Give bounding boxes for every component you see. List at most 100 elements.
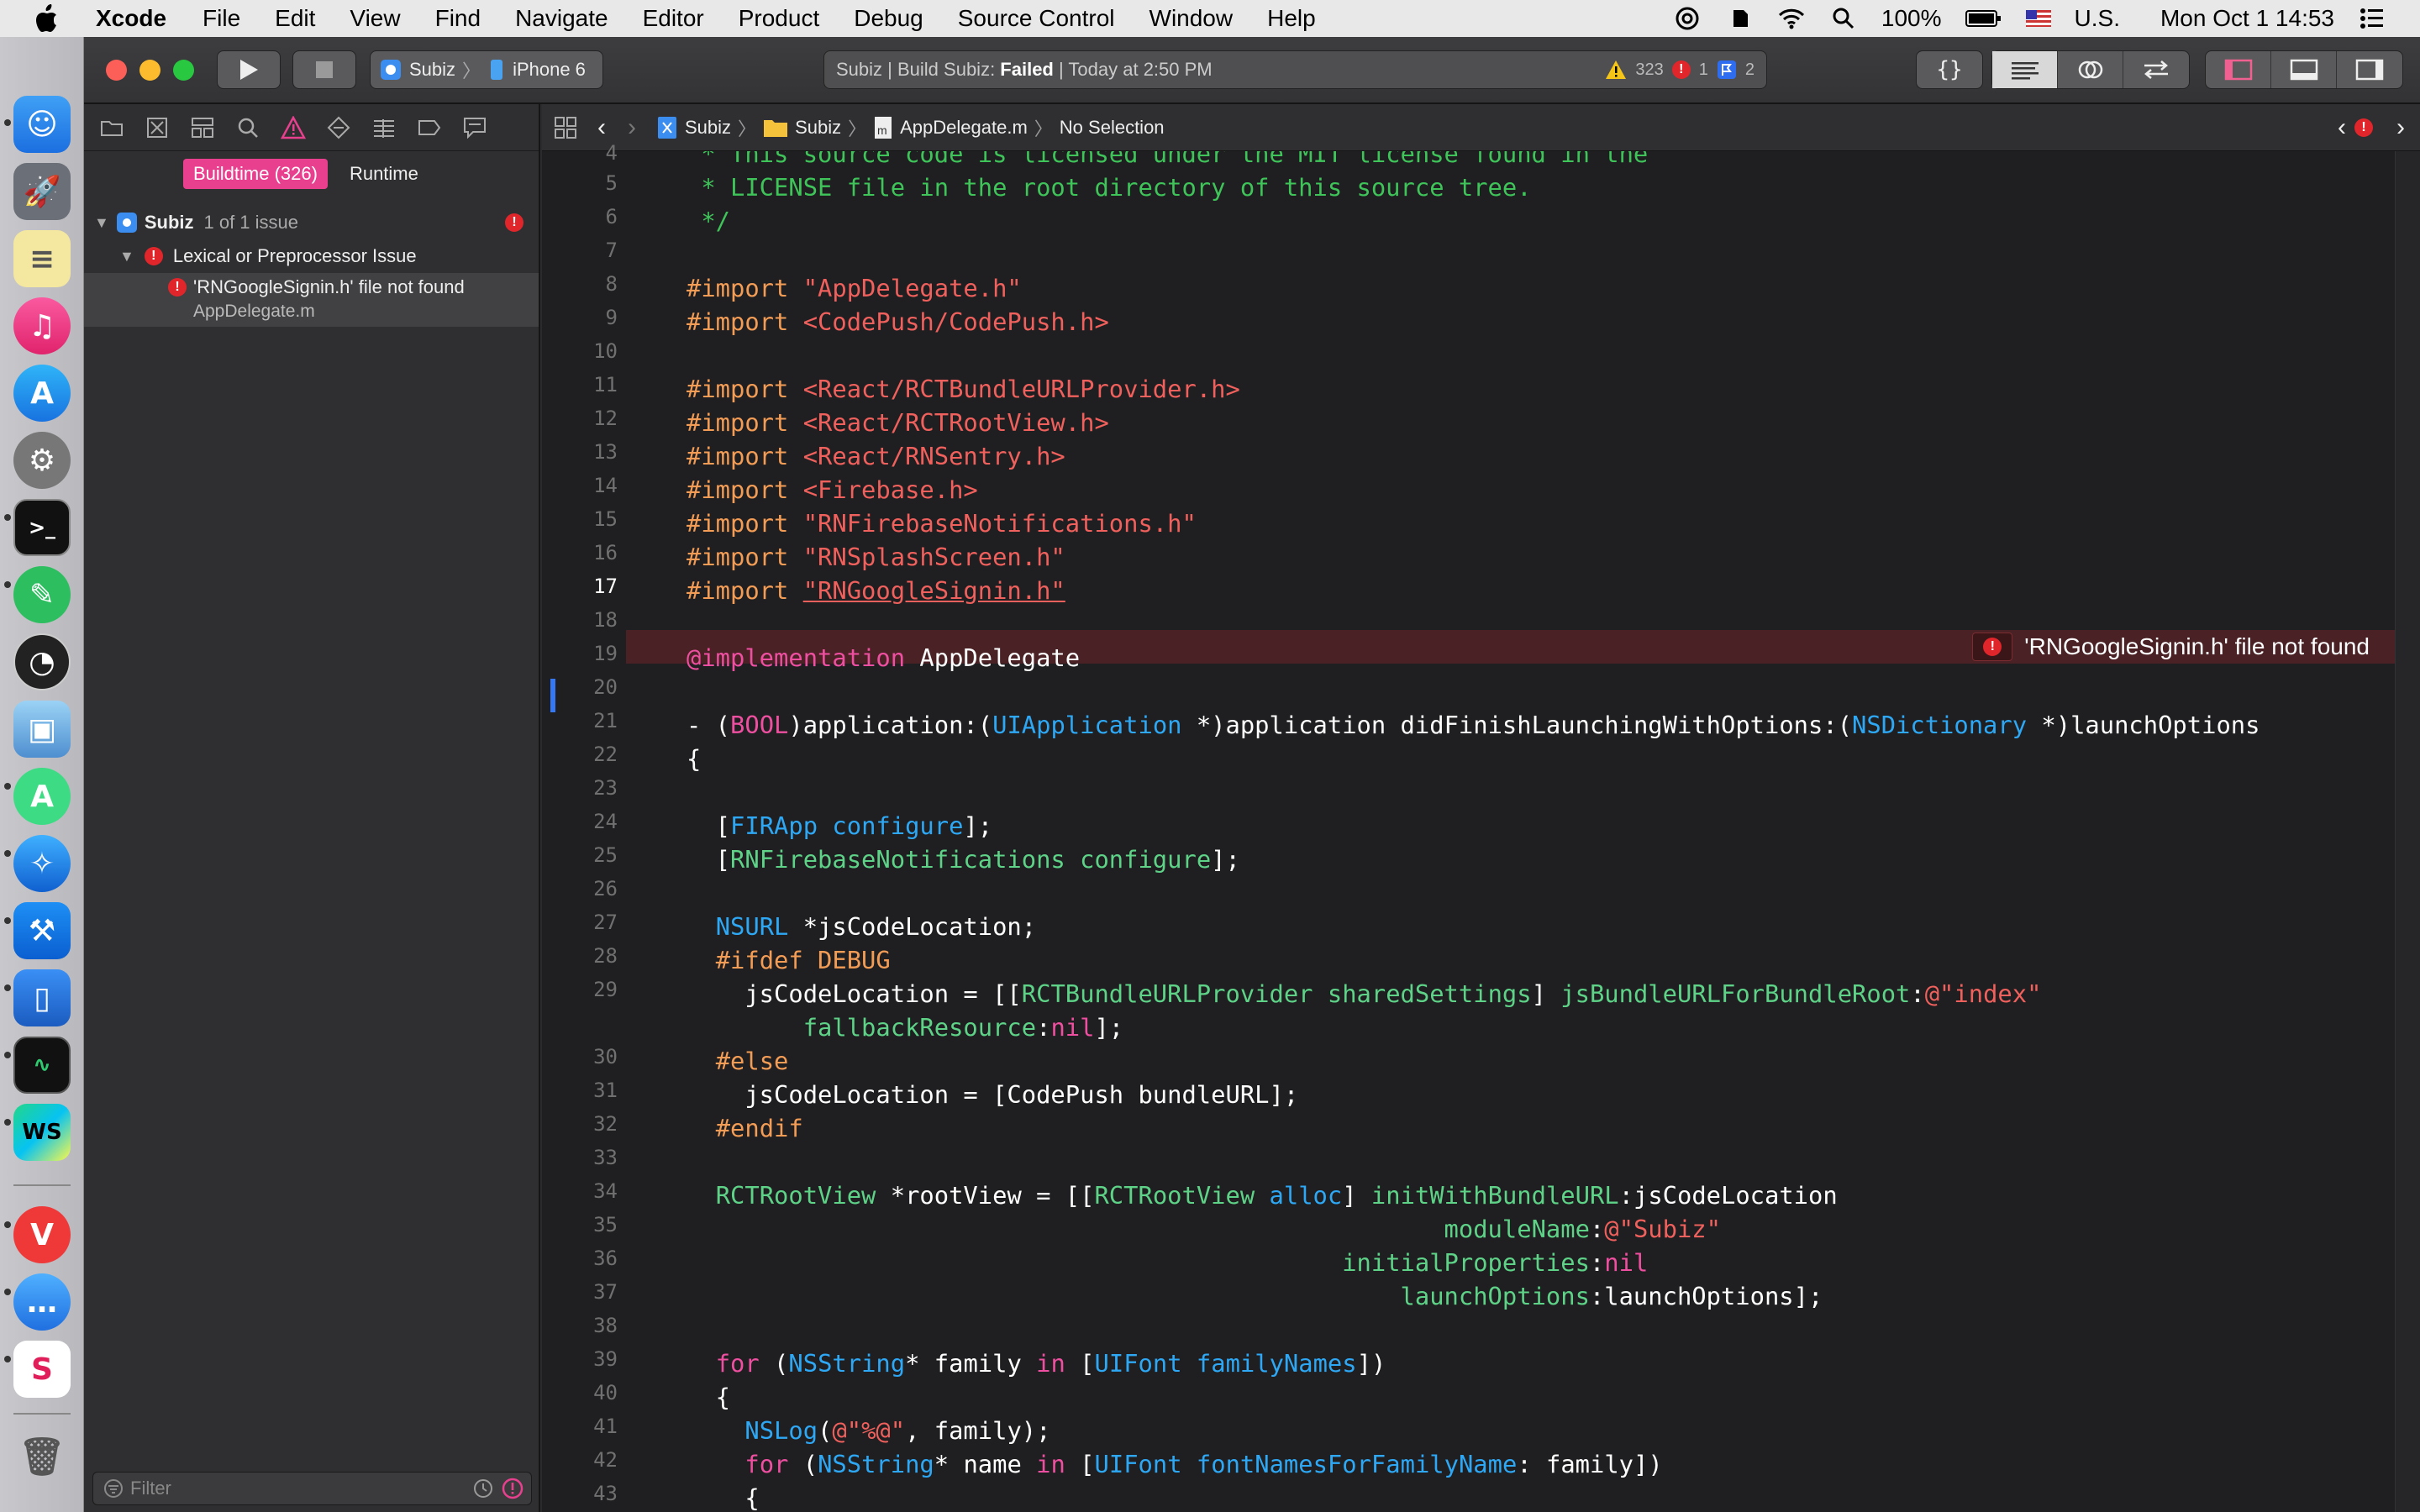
folder-icon[interactable] [99,115,124,140]
code-line: #import <CodePush/CodePush.h> [687,307,1109,336]
simulator-icon[interactable]: ▯ [13,969,71,1026]
menu-edit[interactable]: Edit [275,5,315,32]
inspector-toggle-button[interactable] [2337,51,2402,88]
menu-window[interactable]: Window [1150,5,1234,32]
source-control-icon[interactable] [145,115,170,140]
xcode-icon[interactable]: ⚒ [13,902,71,959]
stop-button[interactable] [292,50,356,89]
android-studio-icon[interactable]: A [13,768,71,825]
battery-icon[interactable] [1965,4,2002,33]
issue-indicator-icon[interactable]: ! [2354,118,2373,137]
breadcrumb-file[interactable]: AppDelegate.m [900,117,1028,139]
app-store-icon[interactable]: A [13,365,71,422]
assistant-editor-button[interactable] [2058,51,2123,88]
creative-cloud-icon[interactable] [1673,4,1702,33]
back-arrow-icon[interactable]: ‹ [597,113,606,142]
finder-icon[interactable]: ☺ [13,96,71,153]
version-editor-button[interactable] [2123,51,2189,88]
menu-app-name[interactable]: Xcode [96,5,166,32]
notification-center-icon[interactable] [2358,4,2386,33]
folder-group-icon [764,119,788,137]
navigator-selector-bar [84,104,539,151]
disclosure-triangle-icon[interactable]: ▼ [119,248,134,265]
wifi-icon[interactable] [1777,4,1806,33]
tab-buildtime[interactable]: Buildtime (326) [183,159,328,189]
previous-issue-arrow-icon[interactable]: ‹ [2338,113,2346,142]
line-number-gutter: 4 5 6 7 8 9 10 11 12 13 14 15 16 17 18 1… [542,141,626,1512]
disclosure-triangle-icon[interactable]: ▼ [94,214,109,232]
zoom-window-button[interactable] [173,60,194,81]
input-source-label[interactable]: U.S. [2075,5,2120,32]
minimize-window-button[interactable] [139,60,160,81]
menu-debug[interactable]: Debug [854,5,923,32]
filter-field[interactable]: Filter [92,1472,532,1505]
next-issue-arrow-icon[interactable]: › [2396,113,2405,142]
evernote-dock-icon[interactable]: ✎ [13,566,71,623]
menu-view[interactable]: View [350,5,400,32]
activity-monitor-icon[interactable]: ∿ [13,1037,71,1094]
messenger-icon[interactable]: … [13,1273,71,1331]
evernote-icon[interactable] [1725,4,1754,33]
menu-find[interactable]: Find [435,5,481,32]
menu-editor[interactable]: Editor [643,5,704,32]
report-icon[interactable] [462,115,487,140]
safari-icon[interactable]: ✧ [13,835,71,892]
issue-warning-icon[interactable] [281,115,306,140]
standard-editor-button[interactable] [1992,51,2058,88]
scheme-selector[interactable]: Subiz 〉 iPhone 6 [370,50,603,89]
trash-icon[interactable]: 🗑 [13,1428,71,1485]
errors-only-filter-icon[interactable] [501,1477,524,1500]
issue-tree-project-row[interactable]: ▼ Subiz 1 of 1 issue ! [84,206,539,239]
line-number: 22 [593,743,618,766]
launchpad-icon[interactable]: 🚀 [13,163,71,220]
notes-icon[interactable]: ≡ [13,230,71,287]
itunes-icon[interactable]: ♫ [13,297,71,354]
issue-tree-category-row[interactable]: ▼ ! Lexical or Preprocessor Issue [84,239,539,273]
activity-gauge-icon[interactable]: ◔ [13,633,71,690]
scheme-name: Subiz [409,59,456,80]
breakpoint-icon[interactable] [417,115,442,140]
test-diamond-icon[interactable] [326,115,351,140]
related-items-grid-icon[interactable] [554,116,579,139]
vivaldi-icon[interactable]: V [13,1206,71,1263]
menu-file[interactable]: File [203,5,240,32]
apple-menu-icon[interactable] [34,4,71,33]
breadcrumb-selection[interactable]: No Selection [1060,117,1165,139]
navigator-toggle-button[interactable] [2206,51,2271,88]
breadcrumb-project[interactable]: Subiz [685,117,731,139]
dock-separator [13,1184,71,1186]
code-line: { [687,1483,760,1512]
menubar-clock[interactable]: Mon Oct 1 14:53 [2160,5,2334,32]
webstorm-icon[interactable]: WS [13,1104,71,1161]
run-button[interactable] [217,50,281,89]
debug-icon[interactable] [371,115,397,140]
system-preferences-icon[interactable]: ⚙ [13,432,71,489]
forward-arrow-icon[interactable]: › [628,113,636,142]
debug-area-toggle-button[interactable] [2271,51,2337,88]
menu-source-control[interactable]: Source Control [958,5,1115,32]
menu-product[interactable]: Product [739,5,820,32]
issue-counts[interactable]: 323 ! 1 2 [1605,60,1754,80]
close-window-button[interactable] [106,60,127,81]
editor-scrollbar[interactable] [2395,151,2420,1512]
library-button[interactable]: {} [1916,50,1983,89]
recent-clock-icon[interactable] [472,1478,494,1499]
activity-viewer[interactable]: Subiz | Build Subiz: Failed | Today at 2… [823,50,1767,89]
menu-navigate[interactable]: Navigate [515,5,608,32]
code-line: initialProperties:nil [1342,1248,1649,1277]
find-icon[interactable] [235,115,260,140]
dock-running-indicator [4,984,11,991]
issue-row-selected[interactable]: ! 'RNGoogleSignin.h' file not found AppD… [84,273,539,327]
spotlight-search-icon[interactable] [1829,4,1858,33]
tab-runtime[interactable]: Runtime [339,159,429,189]
code-text-area[interactable]: * This source code is licensed under the… [626,151,2395,1512]
symbol-icon[interactable] [190,115,215,140]
terminal-icon[interactable]: >_ [13,499,71,556]
code-line: [RNFirebaseNotifications configure]; [687,845,1240,874]
breadcrumb-group[interactable]: Subiz [795,117,841,139]
menu-help[interactable]: Help [1267,5,1316,32]
virtualbox-icon[interactable]: ▣ [13,701,71,758]
line-number: 35 [593,1213,618,1236]
us-flag-icon[interactable] [2025,4,2051,33]
slack-icon[interactable]: S [13,1341,71,1398]
